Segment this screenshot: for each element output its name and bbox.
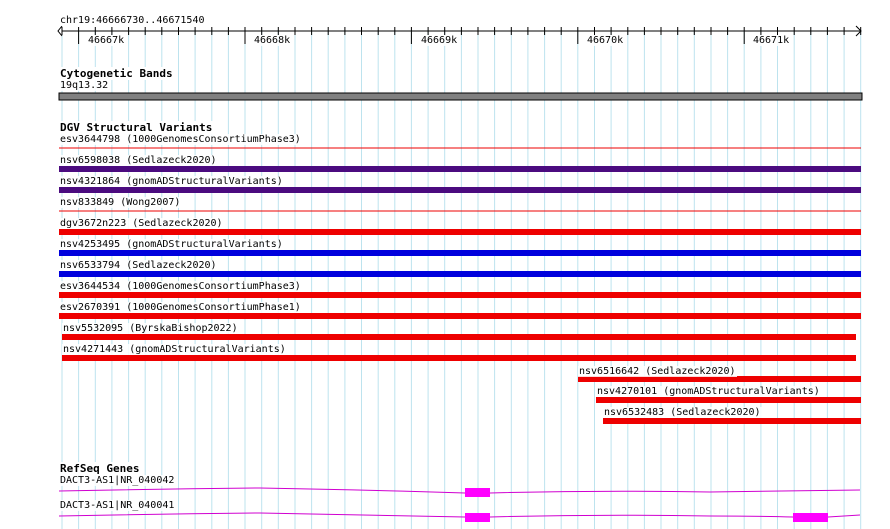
refseq-track-title[interactable]: RefSeq Genes	[59, 462, 141, 475]
variant-bar	[59, 187, 861, 193]
ruler-tick-label: 46668k	[253, 35, 292, 46]
cytoband-track-title[interactable]: Cytogenetic Bands	[59, 67, 174, 80]
variant-label[interactable]: nsv6516642 (Sedlazeck2020)	[578, 366, 737, 377]
variant-label[interactable]: nsv4270101 (gnomADStructuralVariants)	[596, 386, 821, 397]
ruler-tick-label: 46669k	[420, 35, 459, 46]
cytoband-label: 19q13.32	[59, 80, 110, 91]
exon-block	[465, 513, 490, 522]
variant-bar	[59, 292, 861, 298]
dgv-track-title[interactable]: DGV Structural Variants	[59, 121, 214, 134]
variant-label[interactable]: nsv4271443 (gnomADStructuralVariants)	[62, 344, 287, 355]
variant-label[interactable]: esv3644534 (1000GenomesConsortiumPhase3)	[59, 281, 302, 292]
variant-label[interactable]: esv3644798 (1000GenomesConsortiumPhase3)	[59, 134, 302, 145]
cytoband-bar	[58, 92, 863, 101]
variant-label[interactable]: esv2670391 (1000GenomesConsortiumPhase1)	[59, 302, 302, 313]
ruler-tick-label: 46667k	[87, 35, 126, 46]
variant-bar	[59, 229, 861, 235]
ruler-tick-label: 46670k	[586, 35, 625, 46]
variant-bar	[59, 271, 861, 277]
variant-bar	[59, 250, 861, 256]
transcript-line	[58, 487, 861, 494]
ruler-tick-label: 46671k	[752, 35, 791, 46]
variant-label[interactable]: nsv6533794 (Sedlazeck2020)	[59, 260, 218, 271]
variant-bar	[59, 166, 861, 172]
genome-browser-view: chr19:46666730..46671540 46667k 46668k 4…	[0, 0, 890, 529]
variant-bar	[62, 355, 856, 361]
variant-label[interactable]: nsv4253495 (gnomADStructuralVariants)	[59, 239, 284, 250]
variant-bar	[596, 397, 861, 403]
transcript-label[interactable]: DACT3-AS1|NR_040042	[59, 475, 176, 486]
exon-block	[793, 513, 828, 522]
variant-label[interactable]: dgv3672n223 (Sedlazeck2020)	[59, 218, 224, 229]
variant-bar	[603, 418, 861, 424]
location-label: chr19:46666730..46671540	[59, 15, 206, 26]
variant-bar	[62, 334, 856, 340]
variant-label[interactable]: nsv4321864 (gnomADStructuralVariants)	[59, 176, 284, 187]
variant-bar	[59, 313, 861, 319]
ruler-left-arrow	[57, 25, 63, 37]
variant-label[interactable]: nsv6598038 (Sedlazeck2020)	[59, 155, 218, 166]
variant-label[interactable]: nsv5532095 (ByrskaBishop2022)	[62, 323, 239, 334]
variant-label[interactable]: nsv833849 (Wong2007)	[59, 197, 182, 208]
exon-block	[465, 488, 490, 497]
transcript-label[interactable]: DACT3-AS1|NR_040041	[59, 500, 176, 511]
transcript-line	[58, 512, 861, 518]
variant-label[interactable]: nsv6532483 (Sedlazeck2020)	[603, 407, 762, 418]
